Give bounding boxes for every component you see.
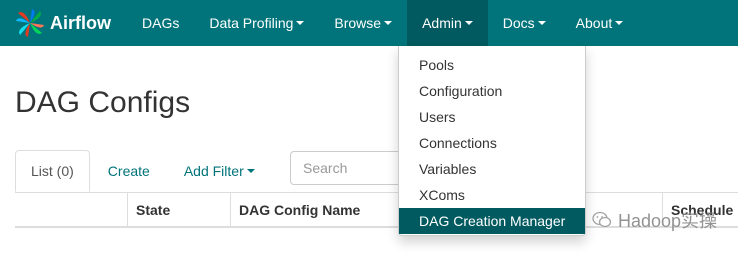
menu-item-connections[interactable]: Connections <box>399 130 585 156</box>
nav-admin-label: Admin <box>422 15 462 31</box>
airflow-brand[interactable]: Airflow <box>0 0 121 46</box>
list-tabs: List (0) Create Add Filter <box>15 150 270 192</box>
menu-item-users[interactable]: Users <box>399 104 585 130</box>
tab-list-label: List (0) <box>31 163 74 179</box>
nav-browse[interactable]: Browse <box>319 0 407 46</box>
tab-list[interactable]: List (0) <box>15 150 90 192</box>
brand-label: Airflow <box>50 12 111 33</box>
caret-down-icon <box>384 21 393 25</box>
top-navbar: Airflow DAGs Data Profiling Browse Admin… <box>0 0 738 46</box>
nav-data-profiling[interactable]: Data Profiling <box>194 0 319 46</box>
caret-down-icon <box>296 21 305 25</box>
nav-about-label: About <box>575 15 613 31</box>
nav-browse-label: Browse <box>334 15 382 31</box>
tab-create[interactable]: Create <box>90 150 165 191</box>
watermark: Hadoop实操 <box>592 207 717 233</box>
nav-docs[interactable]: Docs <box>488 0 561 46</box>
page-title: DAG Configs <box>15 86 191 119</box>
menu-item-pools[interactable]: Pools <box>399 52 585 78</box>
nav-dags[interactable]: DAGs <box>127 0 194 46</box>
airflow-pinwheel-icon <box>16 9 44 37</box>
nav-data-profiling-label: Data Profiling <box>209 15 294 31</box>
watermark-text: Hadoop实操 <box>618 211 718 231</box>
menu-item-dag-creation-manager[interactable]: DAG Creation Manager <box>399 208 585 234</box>
column-header-state[interactable]: State <box>128 193 231 227</box>
wechat-icon <box>592 211 612 228</box>
caret-down-icon <box>615 21 624 25</box>
menu-item-configuration[interactable]: Configuration <box>399 78 585 104</box>
caret-down-icon <box>246 168 255 173</box>
menu-item-xcoms[interactable]: XComs <box>399 182 585 208</box>
nav-docs-label: Docs <box>502 15 535 31</box>
admin-dropdown-menu: Pools Configuration Users Connections Va… <box>398 46 586 236</box>
add-filter-dropdown[interactable]: Add Filter <box>165 150 270 191</box>
nav-dags-label: DAGs <box>142 15 180 31</box>
add-filter-label: Add Filter <box>183 162 244 179</box>
caret-down-icon <box>537 21 546 25</box>
tab-create-label: Create <box>107 162 150 179</box>
select-column-header[interactable] <box>15 193 128 227</box>
caret-down-icon <box>464 21 473 25</box>
nav-about[interactable]: About <box>561 0 639 46</box>
search-input[interactable] <box>290 151 398 185</box>
nav-admin[interactable]: Admin <box>407 0 488 46</box>
menu-item-variables[interactable]: Variables <box>399 156 585 182</box>
